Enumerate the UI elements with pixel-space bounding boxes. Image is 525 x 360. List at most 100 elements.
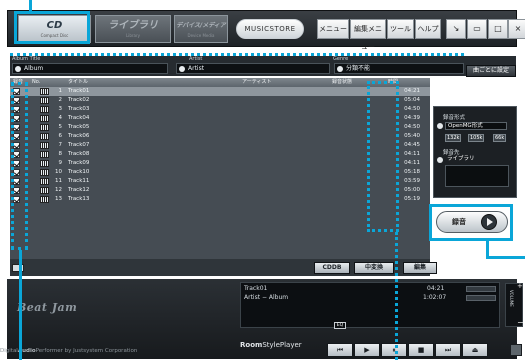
callout-dots-time <box>367 81 399 232</box>
convert-button[interactable]: 中変換 <box>354 262 394 274</box>
display-toggle-icon[interactable] <box>466 295 496 301</box>
track-title: Track08 <box>68 151 90 157</box>
track-title: Track12 <box>68 187 90 193</box>
resize-handle-icon[interactable] <box>12 264 24 272</box>
radio-icon <box>337 66 343 72</box>
bitrate-132k[interactable]: 132k <box>445 134 462 142</box>
next-track-button[interactable]: ⏭ <box>435 343 461 357</box>
bitrate-105k[interactable]: 105k <box>468 134 485 142</box>
artist-field[interactable]: Artist <box>176 63 330 74</box>
track-number: 8 <box>58 151 63 157</box>
cd-track-icon <box>40 97 49 104</box>
callout-line-record-h <box>486 256 525 259</box>
track-title: Track10 <box>68 169 90 175</box>
bitrate-66k[interactable]: 66k <box>493 134 507 142</box>
track-number: 1 <box>58 88 63 94</box>
cd-track-icon <box>40 106 49 113</box>
destination-value[interactable]: ライブラリ <box>445 156 485 164</box>
pause-button[interactable]: ⏸ <box>381 343 407 357</box>
device-mode-label: デバイス/メディア <box>176 22 226 29</box>
callout-line-checks <box>19 250 22 360</box>
volume-plus-icon[interactable]: + <box>517 282 523 290</box>
now-playing-artist-album: Artist − Album <box>244 294 289 301</box>
cd-track-icon <box>40 160 49 167</box>
radio-icon <box>15 66 21 72</box>
destination-box <box>445 165 509 187</box>
track-number: 9 <box>58 160 63 166</box>
artist-value: Artist <box>188 65 205 72</box>
cd-track-icon <box>40 142 49 149</box>
cd-track-icon <box>40 196 49 203</box>
device-mode-button[interactable]: デバイス/メディア Device Media <box>174 15 228 43</box>
cd-track-icon <box>40 124 49 131</box>
radio-icon <box>179 66 185 72</box>
destination-radio-icon[interactable] <box>437 157 443 163</box>
help-menu-button[interactable]: ヘルプ <box>415 19 441 39</box>
genre-field[interactable]: 分類不能 <box>334 63 464 74</box>
library-mode-sublabel: Library <box>126 33 140 38</box>
column-status[interactable]: 録音状態 <box>332 78 352 87</box>
column-title[interactable]: タイトル <box>68 78 88 87</box>
set-per-song-button[interactable]: 曲ごとに設定 <box>466 65 516 77</box>
previous-track-button[interactable]: ⏮ <box>327 343 353 357</box>
eject-button[interactable]: ⏏ <box>462 343 488 357</box>
destination-label: 録音先 <box>443 150 460 156</box>
footer-rest: Performer by Justsystem Corporation <box>35 348 138 354</box>
track-number: 7 <box>58 142 63 148</box>
column-number[interactable]: No. <box>32 78 40 87</box>
cd-track-icon <box>40 88 49 95</box>
now-playing-track: Track01 <box>244 285 268 292</box>
column-artist[interactable]: アーティスト <box>242 78 271 87</box>
library-mode-label: ライブラリ <box>108 20 158 31</box>
track-number: 5 <box>58 124 63 130</box>
minimize-icon[interactable]: ▭ <box>467 19 487 39</box>
device-mode-sublabel: Device Media <box>187 33 215 38</box>
track-number: 11 <box>55 178 62 184</box>
callout-line-time <box>395 232 398 360</box>
album-info-row: Album Title Album Artist Artist Genre 分類… <box>10 56 516 76</box>
volume-minus-icon[interactable]: − <box>517 318 524 327</box>
menu-button[interactable]: メニュー <box>317 19 349 39</box>
artist-label: Artist <box>189 56 203 62</box>
track-number: 4 <box>58 115 63 121</box>
eq-button[interactable]: EQ <box>334 322 346 329</box>
music-store-button[interactable]: MUSICSTORE <box>236 19 304 39</box>
track-number: 3 <box>58 106 63 112</box>
track-title: Track07 <box>68 142 90 148</box>
track-number: 10 <box>55 169 62 175</box>
corner-menu-icon[interactable] <box>510 344 522 356</box>
volume-label: VOLUME <box>509 290 514 307</box>
brand-logo: Beat Jam <box>17 301 78 314</box>
cd-track-icon <box>40 187 49 194</box>
format-label: 録音形式 <box>443 115 466 121</box>
track-title: Track09 <box>68 160 90 166</box>
track-length: 04:21 <box>427 285 445 292</box>
cd-track-icon <box>40 151 49 158</box>
cd-track-icon <box>40 169 49 176</box>
cd-track-icon <box>40 133 49 140</box>
album-title-label: Album Title <box>12 56 41 62</box>
cddb-button[interactable]: CDDB <box>314 262 350 274</box>
format-value[interactable]: OpenMG形式 <box>445 122 507 130</box>
track-title: Track06 <box>68 133 90 139</box>
callout-dots-checks <box>11 82 28 250</box>
play-button[interactable]: ▶ <box>354 343 380 357</box>
close-icon[interactable]: × <box>508 19 525 39</box>
maximize-icon[interactable]: □ <box>488 19 508 39</box>
callout-box-record <box>429 204 513 241</box>
tools-menu-button[interactable]: ツール <box>387 19 414 39</box>
format-radio-icon[interactable] <box>437 123 443 129</box>
edit-menu-button[interactable]: 編集メニュー <box>350 19 386 51</box>
display-toggle-icon[interactable] <box>466 286 496 292</box>
mini-mode-icon[interactable]: ↘ <box>446 19 466 39</box>
library-mode-button[interactable]: ライブラリ Library <box>95 15 171 43</box>
track-number: 13 <box>55 196 62 202</box>
track-number: 2 <box>58 97 63 103</box>
edit-button[interactable]: 編集 <box>403 262 437 274</box>
track-title: Track11 <box>68 178 90 184</box>
track-title: Track04 <box>68 115 90 121</box>
room-rest: StylePlayer <box>262 341 302 349</box>
genre-label: Genre <box>333 56 349 62</box>
album-field[interactable]: Album <box>12 63 168 74</box>
stop-button[interactable]: ■ <box>408 343 434 357</box>
